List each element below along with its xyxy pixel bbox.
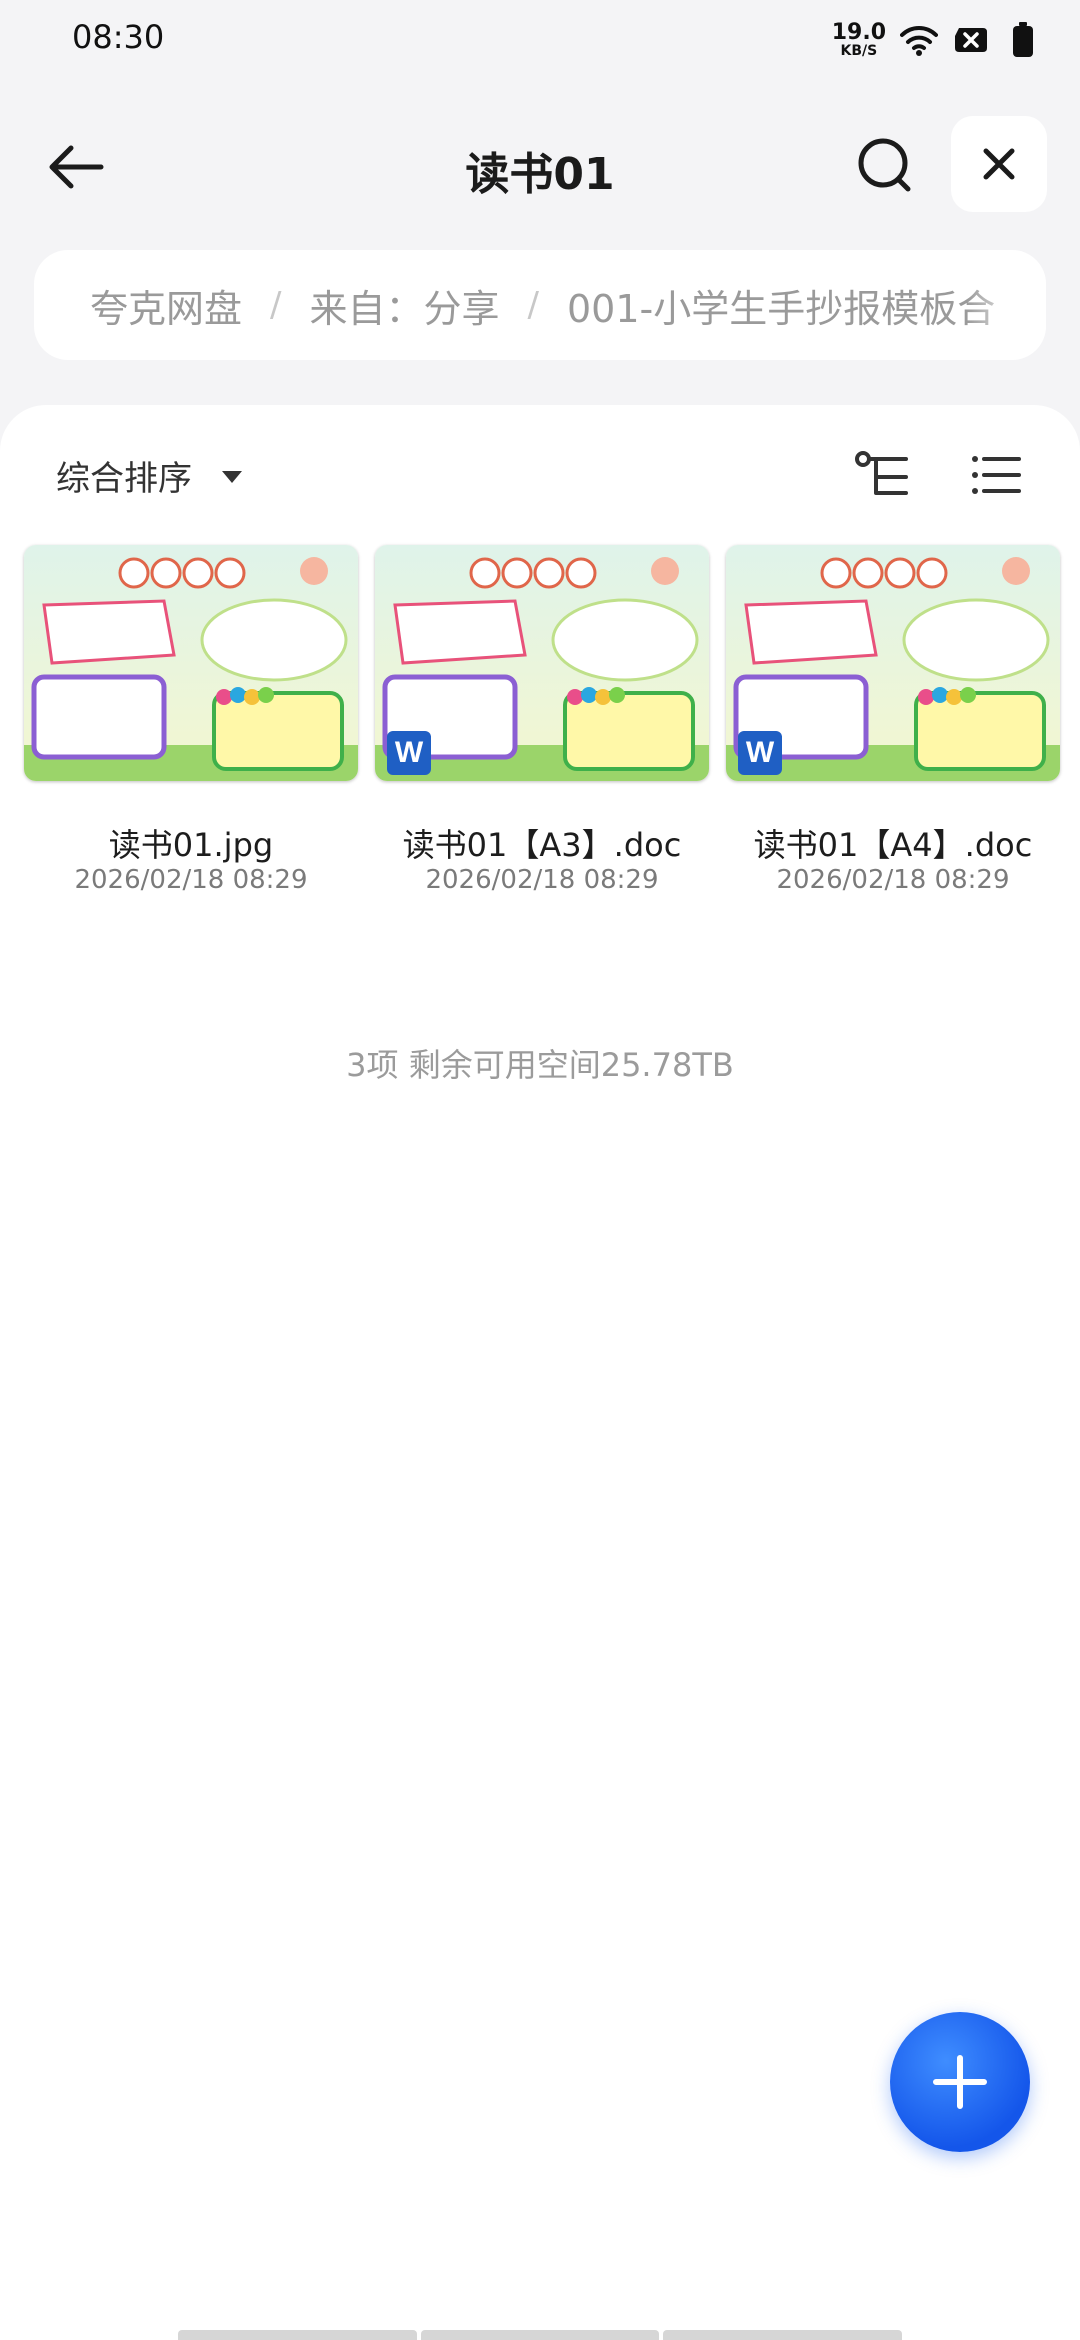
nav-segment (178, 2330, 417, 2340)
file-name: 读书01【A3】.doc (402, 826, 682, 864)
nav-segment (420, 2330, 660, 2340)
file-name: 读书01【A4】.doc (753, 826, 1033, 864)
file-name: 读书01.jpg (108, 826, 274, 864)
list-view-button[interactable] (964, 443, 1028, 507)
breadcrumb: 夸克网盘 / 来自：分享 / 001-小学生手抄报模板合 (34, 250, 1046, 360)
plus-icon (933, 2055, 987, 2109)
sort-dropdown[interactable]: 综合排序 (56, 445, 242, 505)
word-file-icon: W (738, 731, 782, 775)
breadcrumb-item-shared[interactable]: 来自：分享 (309, 278, 499, 333)
file-thumbnail: W (726, 545, 1060, 781)
status-time: 08:30 (72, 18, 165, 56)
search-button[interactable] (850, 130, 920, 200)
tree-view-button[interactable] (850, 443, 914, 507)
battery-icon (1004, 21, 1042, 59)
list-view-icon (972, 456, 1021, 494)
add-button[interactable] (890, 2012, 1030, 2152)
close-button[interactable] (951, 116, 1047, 212)
file-card[interactable]: W 读书01【A4】.doc 2026/02/18 08:29 (726, 545, 1060, 925)
breadcrumb-item-root[interactable]: 夸克网盘 (90, 278, 242, 333)
file-date: 2026/02/18 08:29 (776, 865, 1010, 895)
home-indicator[interactable] (178, 2330, 903, 2340)
file-thumbnail: W (375, 545, 709, 781)
file-card[interactable]: 读书01.jpg 2026/02/18 08:29 (24, 545, 358, 925)
breadcrumb-separator: / (527, 285, 539, 325)
wifi-icon (900, 21, 938, 59)
search-icon (858, 138, 911, 192)
tree-view-icon (855, 451, 908, 495)
network-speed-value: 19.0 (831, 20, 886, 45)
file-date: 2026/02/18 08:29 (425, 865, 659, 895)
file-grid: 读书01.jpg 2026/02/18 08:29 W 读书01【A3】.doc… (24, 545, 1064, 925)
file-card[interactable]: W 读书01【A3】.doc 2026/02/18 08:29 (375, 545, 709, 925)
status-bar: 08:30 19.0 KB/S (0, 0, 1080, 80)
status-indicators: 19.0 KB/S (832, 18, 1042, 62)
nav-segment (663, 2330, 903, 2340)
close-icon (983, 148, 1015, 180)
network-speed-unit: KB/S (840, 43, 878, 59)
word-file-icon: W (387, 731, 431, 775)
breadcrumb-separator: / (270, 285, 282, 325)
sort-label: 综合排序 (56, 458, 192, 499)
storage-summary: 3项 剩余可用空间25.78TB (346, 1046, 734, 1084)
file-thumbnail (24, 545, 358, 781)
file-date: 2026/02/18 08:29 (74, 865, 308, 895)
breadcrumb-item-folder[interactable]: 001-小学生手抄报模板合 (567, 278, 995, 333)
sim-disabled-icon (952, 21, 990, 59)
network-speed: 19.0 KB/S (831, 20, 886, 59)
top-app-bar: 读书01 (0, 110, 1080, 220)
poster-thumbnail-image (24, 545, 358, 781)
caret-down-icon (222, 471, 242, 483)
breadcrumb-fade (966, 250, 1046, 360)
